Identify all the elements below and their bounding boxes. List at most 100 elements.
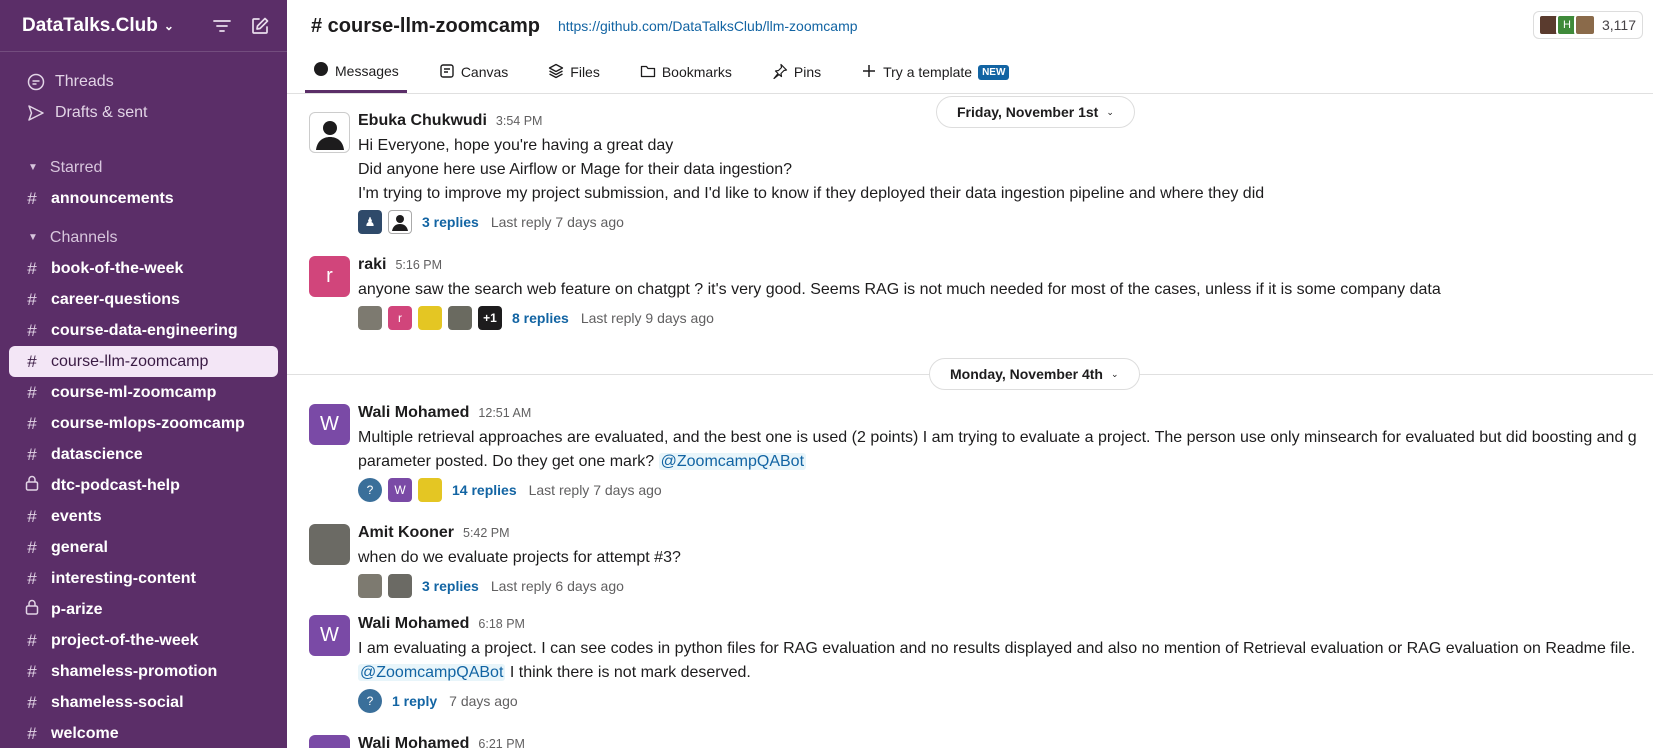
- sidebar-item-datascience[interactable]: # datascience: [9, 439, 278, 470]
- channel-label: shameless-promotion: [51, 662, 218, 680]
- reply-avatar: [448, 306, 472, 330]
- tab-bookmarks[interactable]: Bookmarks: [632, 51, 740, 93]
- sidebar-item-dtc-podcast-help[interactable]: dtc-podcast-help: [9, 470, 278, 501]
- nav-label: Drafts & sent: [55, 103, 148, 121]
- sidebar-item-course-llm-zoomcamp[interactable]: # course-llm-zoomcamp: [9, 346, 278, 377]
- channel-topic-link[interactable]: https://github.com/DataTalksClub/llm-zoo…: [558, 18, 858, 34]
- sidebar-item-career-questions[interactable]: # career-questions: [9, 284, 278, 315]
- user-avatar[interactable]: [309, 735, 350, 748]
- message-author[interactable]: Ebuka Chukwudi: [358, 112, 487, 130]
- sidebar-item-welcome[interactable]: # welcome: [9, 718, 278, 748]
- sidebar-item-p-arize[interactable]: p-arize: [9, 594, 278, 625]
- message-time[interactable]: 12:51 AM: [478, 406, 531, 420]
- user-mention[interactable]: @ZoomcampQABot: [658, 453, 807, 470]
- reply-avatar: r: [388, 306, 412, 330]
- tab-label: Messages: [335, 62, 399, 79]
- user-avatar[interactable]: r: [309, 256, 350, 297]
- channels-section-header[interactable]: ▼ Channels: [0, 222, 287, 253]
- thread-summary[interactable]: ? 1 reply 7 days ago: [358, 687, 1653, 715]
- thread-summary[interactable]: 3 replies Last reply 6 days ago: [358, 572, 1653, 600]
- message[interactable]: Ebuka Chukwudi 3:54 PM Hi Everyone, hope…: [309, 112, 1653, 234]
- message-time[interactable]: 6:18 PM: [478, 617, 525, 631]
- tab-label: Canvas: [460, 64, 509, 80]
- nav-drafts-sent[interactable]: Drafts & sent: [0, 97, 287, 128]
- message-author[interactable]: Wali Mohamed: [358, 615, 469, 633]
- date-label: Monday, November 4th: [950, 366, 1103, 382]
- threads-icon: [26, 73, 46, 91]
- bookmark-icon: [640, 63, 656, 82]
- pin-icon: [772, 63, 788, 82]
- send-icon: [26, 104, 46, 122]
- replies-link[interactable]: 8 replies: [512, 310, 569, 326]
- thread-summary[interactable]: r +1 8 replies Last reply 9 days ago: [358, 304, 1653, 332]
- message-time[interactable]: 3:54 PM: [496, 114, 543, 128]
- user-avatar[interactable]: W: [309, 615, 350, 656]
- message-time[interactable]: 6:21 PM: [478, 737, 525, 748]
- message-time[interactable]: 5:16 PM: [395, 258, 442, 272]
- message[interactable]: r raki 5:16 PM anyone saw the search web…: [309, 256, 1653, 336]
- sidebar-item-interesting-content[interactable]: # interesting-content: [9, 563, 278, 594]
- reply-avatar: [418, 478, 442, 502]
- sidebar-item-events[interactable]: # events: [9, 501, 278, 532]
- channel-tabs: Messages Canvas Files Bookmarks Pins Try…: [287, 52, 1653, 94]
- user-avatar[interactable]: [309, 524, 350, 565]
- tab-try-template[interactable]: Try a template NEW: [853, 51, 1017, 93]
- message-author[interactable]: Wali Mohamed: [358, 404, 469, 422]
- compose-icon[interactable]: [249, 15, 271, 37]
- tab-files[interactable]: Files: [540, 51, 608, 93]
- reply-avatar: ?: [358, 689, 382, 713]
- starred-section-header[interactable]: ▼ Starred: [0, 152, 287, 183]
- sidebar-item-course-data-engineering[interactable]: # course-data-engineering: [9, 315, 278, 346]
- chevron-down-icon: ⌄: [163, 18, 174, 33]
- message[interactable]: W Wali Mohamed 6:18 PM I am evaluating a…: [309, 615, 1653, 725]
- message-author[interactable]: Wali Mohamed: [358, 735, 469, 748]
- sidebar-item-course-ml-zoomcamp[interactable]: # course-ml-zoomcamp: [9, 377, 278, 408]
- user-avatar[interactable]: [309, 112, 350, 153]
- nav-label: Threads: [55, 72, 114, 90]
- sidebar-item-shameless-social[interactable]: # shameless-social: [9, 687, 278, 718]
- nav-threads[interactable]: Threads: [0, 66, 287, 97]
- hash-icon: #: [27, 661, 37, 681]
- user-avatar[interactable]: W: [309, 404, 350, 445]
- new-badge: NEW: [978, 64, 1010, 80]
- sidebar-item-general[interactable]: # general: [9, 532, 278, 563]
- message-author[interactable]: Amit Kooner: [358, 524, 454, 542]
- tab-pins[interactable]: Pins: [764, 51, 829, 93]
- message-time[interactable]: 5:42 PM: [463, 526, 510, 540]
- replies-link[interactable]: 1 reply: [392, 693, 437, 709]
- tab-messages[interactable]: Messages: [305, 51, 407, 93]
- tab-canvas[interactable]: Canvas: [431, 51, 516, 93]
- message-text: Did anyone here use Airflow or Mage for …: [358, 161, 793, 178]
- sidebar-item-project-of-the-week[interactable]: # project-of-the-week: [9, 625, 278, 656]
- reply-avatar: [418, 306, 442, 330]
- channel-title[interactable]: # course-llm-zoomcamp: [311, 15, 540, 38]
- members-button[interactable]: H 3,117: [1533, 11, 1643, 39]
- sidebar-item-announcements[interactable]: # announcements: [9, 183, 278, 214]
- date-divider-button[interactable]: Monday, November 4th ⌄: [929, 358, 1140, 390]
- replies-link[interactable]: 3 replies: [422, 214, 479, 230]
- sidebar-item-book-of-the-week[interactable]: # book-of-the-week: [9, 253, 278, 284]
- message-icon: [313, 61, 329, 80]
- message-author[interactable]: raki: [358, 256, 386, 274]
- last-reply: Last reply 7 days ago: [528, 482, 662, 498]
- message[interactable]: Amit Kooner 5:42 PM when do we evaluate …: [309, 524, 1653, 610]
- thread-summary[interactable]: ♟ 3 replies Last reply 7 days ago: [358, 208, 1653, 236]
- workspace-switcher[interactable]: DataTalks.Club ⌄: [22, 15, 174, 37]
- message-text: Hi Everyone, hope you're having a great …: [358, 137, 674, 154]
- reply-avatar: [358, 306, 382, 330]
- hash-icon: #: [27, 320, 37, 340]
- message[interactable]: W Wali Mohamed 12:51 AM Multiple retriev…: [309, 404, 1653, 514]
- last-reply: 7 days ago: [449, 693, 518, 709]
- sidebar-item-shameless-promotion[interactable]: # shameless-promotion: [9, 656, 278, 687]
- replies-link[interactable]: 14 replies: [452, 482, 517, 498]
- message[interactable]: Wali Mohamed 6:21 PM: [309, 735, 1653, 748]
- user-mention[interactable]: @ZoomcampQABot: [358, 664, 506, 681]
- message-text-part: I think there is not mark deserved.: [505, 664, 751, 681]
- replies-link[interactable]: 3 replies: [422, 578, 479, 594]
- tab-label: Try a template: [883, 64, 973, 80]
- sidebar-item-course-mlops-zoomcamp[interactable]: # course-mlops-zoomcamp: [9, 408, 278, 439]
- filter-icon[interactable]: [211, 15, 233, 37]
- hash-icon: #: [27, 258, 37, 278]
- tab-label: Bookmarks: [661, 64, 732, 80]
- thread-summary[interactable]: ? W 14 replies Last reply 7 days ago: [358, 476, 1653, 504]
